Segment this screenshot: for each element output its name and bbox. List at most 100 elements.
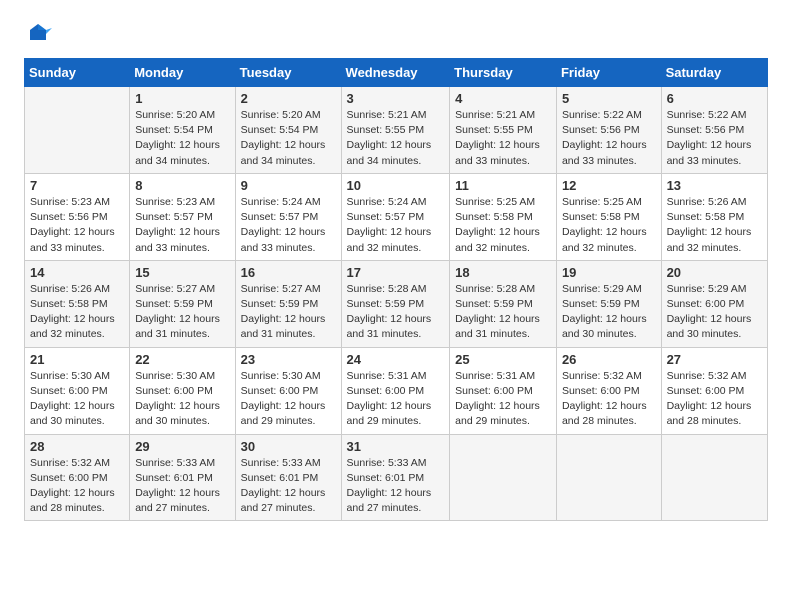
day-number: 9 — [241, 178, 336, 193]
header-row: SundayMondayTuesdayWednesdayThursdayFrid… — [25, 59, 768, 87]
day-info: Sunrise: 5:30 AM Sunset: 6:00 PM Dayligh… — [30, 369, 124, 430]
day-cell: 17Sunrise: 5:28 AM Sunset: 5:59 PM Dayli… — [341, 260, 450, 347]
day-info: Sunrise: 5:23 AM Sunset: 5:56 PM Dayligh… — [30, 195, 124, 256]
day-info: Sunrise: 5:23 AM Sunset: 5:57 PM Dayligh… — [135, 195, 229, 256]
day-cell: 9 Sunrise: 5:24 AM Sunset: 5:57 PM Daylig… — [235, 173, 341, 260]
logo-icon — [24, 20, 52, 48]
day-number: 23 — [241, 352, 336, 367]
week-row-5: 28Sunrise: 5:32 AM Sunset: 6:00 PM Dayli… — [25, 434, 768, 521]
day-number: 17 — [347, 265, 445, 280]
day-number: 7 — [30, 178, 124, 193]
day-info: Sunrise: 5:31 AM Sunset: 6:00 PM Dayligh… — [455, 369, 551, 430]
day-cell: 13 Sunrise: 5:26 AM Sunset: 5:58 PM Dayli… — [661, 173, 767, 260]
day-number: 25 — [455, 352, 551, 367]
day-number: 8 — [135, 178, 229, 193]
day-cell: 31 Sunrise: 5:33 AM Sunset: 6:01 PM Dayli… — [341, 434, 450, 521]
day-cell: 5Sunrise: 5:22 AM Sunset: 5:56 PM Daylig… — [556, 87, 661, 174]
header-sunday: Sunday — [25, 59, 130, 87]
day-number: 1 — [135, 91, 229, 106]
day-cell: 11 Sunrise: 5:25 AM Sunset: 5:58 PM Dayli… — [450, 173, 557, 260]
day-cell: 30Sunrise: 5:33 AM Sunset: 6:01 PM Dayli… — [235, 434, 341, 521]
day-info: Sunrise: 5:26 AM Sunset: 5:58 PM Dayligh… — [30, 282, 124, 343]
day-cell: 6 Sunrise: 5:22 AM Sunset: 5:56 PM Daylig… — [661, 87, 767, 174]
day-number: 16 — [241, 265, 336, 280]
day-number: 15 — [135, 265, 229, 280]
day-number: 11 — [455, 178, 551, 193]
day-number: 29 — [135, 439, 229, 454]
day-number: 6 — [667, 91, 762, 106]
day-number: 5 — [562, 91, 656, 106]
day-cell: 16 Sunrise: 5:27 AM Sunset: 5:59 PM Dayli… — [235, 260, 341, 347]
page-header — [24, 20, 768, 48]
day-cell: 2Sunrise: 5:20 AM Sunset: 5:54 PM Daylig… — [235, 87, 341, 174]
day-cell: 15Sunrise: 5:27 AM Sunset: 5:59 PM Dayli… — [130, 260, 235, 347]
day-cell: 28Sunrise: 5:32 AM Sunset: 6:00 PM Dayli… — [25, 434, 130, 521]
day-number: 10 — [347, 178, 445, 193]
header-thursday: Thursday — [450, 59, 557, 87]
week-row-4: 21Sunrise: 5:30 AM Sunset: 6:00 PM Dayli… — [25, 347, 768, 434]
day-info: Sunrise: 5:31 AM Sunset: 6:00 PM Dayligh… — [347, 369, 445, 430]
day-cell: 22 Sunrise: 5:30 AM Sunset: 6:00 PM Dayli… — [130, 347, 235, 434]
day-info: Sunrise: 5:28 AM Sunset: 5:59 PM Dayligh… — [455, 282, 551, 343]
day-cell — [661, 434, 767, 521]
day-cell: 18 Sunrise: 5:28 AM Sunset: 5:59 PM Dayli… — [450, 260, 557, 347]
week-row-2: 7 Sunrise: 5:23 AM Sunset: 5:56 PM Daylig… — [25, 173, 768, 260]
day-cell — [556, 434, 661, 521]
day-number: 24 — [347, 352, 445, 367]
day-number: 19 — [562, 265, 656, 280]
day-info: Sunrise: 5:26 AM Sunset: 5:58 PM Dayligh… — [667, 195, 762, 256]
day-info: Sunrise: 5:32 AM Sunset: 6:00 PM Dayligh… — [562, 369, 656, 430]
calendar-table: SundayMondayTuesdayWednesdayThursdayFrid… — [24, 58, 768, 521]
day-info: Sunrise: 5:32 AM Sunset: 6:00 PM Dayligh… — [30, 456, 124, 517]
day-info: Sunrise: 5:29 AM Sunset: 6:00 PM Dayligh… — [667, 282, 762, 343]
day-cell: 24 Sunrise: 5:31 AM Sunset: 6:00 PM Dayli… — [341, 347, 450, 434]
day-cell: 3Sunrise: 5:21 AM Sunset: 5:55 PM Daylig… — [341, 87, 450, 174]
day-info: Sunrise: 5:22 AM Sunset: 5:56 PM Dayligh… — [667, 108, 762, 169]
day-number: 3 — [347, 91, 445, 106]
day-info: Sunrise: 5:24 AM Sunset: 5:57 PM Dayligh… — [347, 195, 445, 256]
day-number: 4 — [455, 91, 551, 106]
day-number: 13 — [667, 178, 762, 193]
day-info: Sunrise: 5:30 AM Sunset: 6:00 PM Dayligh… — [241, 369, 336, 430]
day-number: 30 — [241, 439, 336, 454]
day-cell — [450, 434, 557, 521]
day-cell: 27 Sunrise: 5:32 AM Sunset: 6:00 PM Dayli… — [661, 347, 767, 434]
header-friday: Friday — [556, 59, 661, 87]
header-monday: Monday — [130, 59, 235, 87]
day-cell: 8 Sunrise: 5:23 AM Sunset: 5:57 PM Daylig… — [130, 173, 235, 260]
day-info: Sunrise: 5:25 AM Sunset: 5:58 PM Dayligh… — [455, 195, 551, 256]
day-info: Sunrise: 5:24 AM Sunset: 5:57 PM Dayligh… — [241, 195, 336, 256]
day-number: 22 — [135, 352, 229, 367]
day-info: Sunrise: 5:29 AM Sunset: 5:59 PM Dayligh… — [562, 282, 656, 343]
day-cell: 4 Sunrise: 5:21 AM Sunset: 5:55 PM Daylig… — [450, 87, 557, 174]
day-cell: 10 Sunrise: 5:24 AM Sunset: 5:57 PM Dayli… — [341, 173, 450, 260]
day-number: 26 — [562, 352, 656, 367]
day-info: Sunrise: 5:27 AM Sunset: 5:59 PM Dayligh… — [241, 282, 336, 343]
day-cell: 12 Sunrise: 5:25 AM Sunset: 5:58 PM Dayli… — [556, 173, 661, 260]
logo — [24, 20, 56, 48]
day-number: 27 — [667, 352, 762, 367]
day-number: 18 — [455, 265, 551, 280]
day-info: Sunrise: 5:32 AM Sunset: 6:00 PM Dayligh… — [667, 369, 762, 430]
day-number: 2 — [241, 91, 336, 106]
day-info: Sunrise: 5:21 AM Sunset: 5:55 PM Dayligh… — [455, 108, 551, 169]
day-cell: 23 Sunrise: 5:30 AM Sunset: 6:00 PM Dayli… — [235, 347, 341, 434]
header-wednesday: Wednesday — [341, 59, 450, 87]
day-cell: 1 Sunrise: 5:20 AM Sunset: 5:54 PM Daylig… — [130, 87, 235, 174]
day-info: Sunrise: 5:30 AM Sunset: 6:00 PM Dayligh… — [135, 369, 229, 430]
day-cell: 7 Sunrise: 5:23 AM Sunset: 5:56 PM Daylig… — [25, 173, 130, 260]
day-cell: 19 Sunrise: 5:29 AM Sunset: 5:59 PM Dayli… — [556, 260, 661, 347]
day-cell — [25, 87, 130, 174]
week-row-3: 14 Sunrise: 5:26 AM Sunset: 5:58 PM Dayli… — [25, 260, 768, 347]
day-info: Sunrise: 5:20 AM Sunset: 5:54 PM Dayligh… — [135, 108, 229, 169]
day-info: Sunrise: 5:25 AM Sunset: 5:58 PM Dayligh… — [562, 195, 656, 256]
day-number: 12 — [562, 178, 656, 193]
day-info: Sunrise: 5:33 AM Sunset: 6:01 PM Dayligh… — [135, 456, 229, 517]
header-saturday: Saturday — [661, 59, 767, 87]
day-number: 14 — [30, 265, 124, 280]
day-cell: 21Sunrise: 5:30 AM Sunset: 6:00 PM Dayli… — [25, 347, 130, 434]
day-number: 31 — [347, 439, 445, 454]
day-cell: 25 Sunrise: 5:31 AM Sunset: 6:00 PM Dayli… — [450, 347, 557, 434]
header-tuesday: Tuesday — [235, 59, 341, 87]
day-info: Sunrise: 5:33 AM Sunset: 6:01 PM Dayligh… — [347, 456, 445, 517]
